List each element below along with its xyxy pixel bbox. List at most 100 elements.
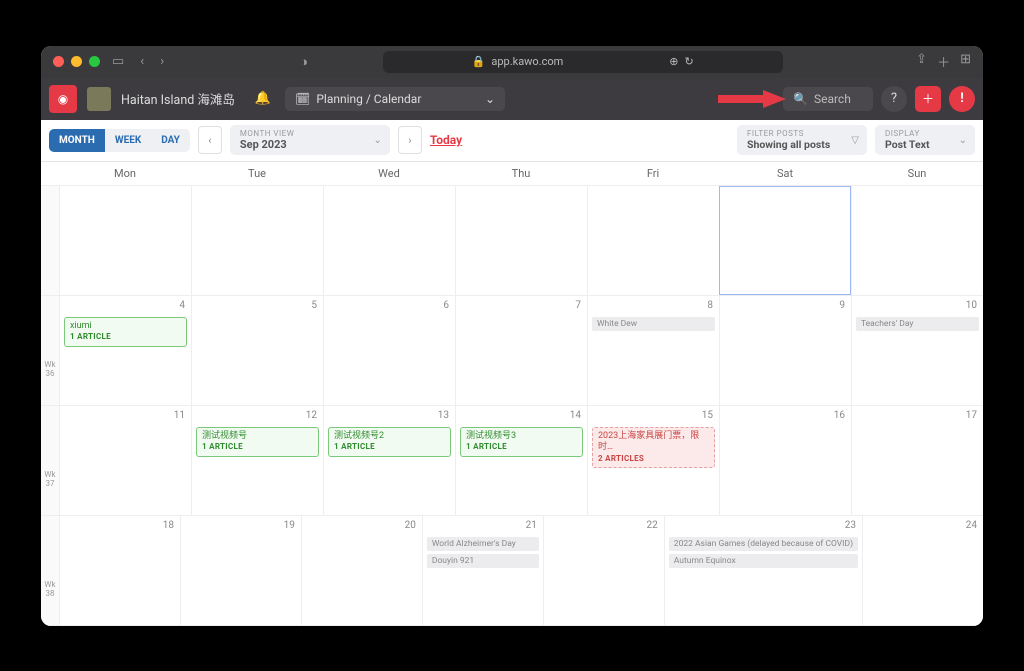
- calendar-icon: 🗓: [295, 92, 310, 106]
- calendar-event[interactable]: 2022 Asian Games (delayed because of COV…: [669, 537, 858, 551]
- workspace-thumbnail[interactable]: [87, 87, 111, 111]
- day-number: 5: [311, 300, 317, 311]
- calendar-cell[interactable]: 8White Dew: [587, 296, 719, 405]
- nav-dropdown[interactable]: 🗓 Planning / Calendar ⌄: [285, 87, 505, 111]
- calendar-cell[interactable]: [323, 186, 455, 295]
- view-month[interactable]: MONTH: [49, 129, 105, 152]
- day-header: Wed: [323, 162, 455, 185]
- calendar-cell[interactable]: 20: [301, 516, 422, 625]
- app-logo-icon[interactable]: ◉: [49, 85, 77, 113]
- day-number: 18: [163, 520, 174, 531]
- calendar-cell[interactable]: 5: [191, 296, 323, 405]
- sidebar-toggle-icon[interactable]: ▭: [108, 54, 128, 69]
- period-label: MONTH VIEW: [240, 129, 380, 138]
- day-number: 15: [702, 410, 713, 421]
- calendar-cell[interactable]: 10 Teachers' Day: [851, 296, 983, 405]
- annotation-arrow: [718, 87, 788, 111]
- close-window-icon[interactable]: [53, 56, 64, 67]
- tabs-icon[interactable]: ⊞: [960, 52, 971, 71]
- calendar-cell[interactable]: 14 测试视频号31 ARTICLE: [455, 406, 587, 515]
- calendar-cell[interactable]: 15 2023上海家具展门票，限时…2 ARTICLES: [587, 406, 719, 515]
- day-number: 24: [966, 520, 977, 531]
- calendar-cell[interactable]: 17: [851, 406, 983, 515]
- calendar-cell[interactable]: 9: [719, 296, 851, 405]
- address-bar[interactable]: 🔒 app.kawo.com ⊕ ↻: [383, 51, 783, 73]
- user-avatar[interactable]: !: [949, 86, 975, 112]
- calendar-cell[interactable]: 24: [862, 516, 983, 625]
- maximize-window-icon[interactable]: [89, 56, 100, 67]
- calendar-cell[interactable]: [851, 186, 983, 295]
- calendar-cell[interactable]: 6: [323, 296, 455, 405]
- minimize-window-icon[interactable]: [71, 56, 82, 67]
- new-tab-icon[interactable]: ＋: [937, 52, 950, 71]
- nav-label: Planning / Calendar: [316, 92, 421, 106]
- calendar-event[interactable]: White Dew: [592, 317, 715, 331]
- calendar-cell[interactable]: 16: [719, 406, 851, 515]
- calendar-cell[interactable]: 21 World Alzheimer's Day Douyin 921: [422, 516, 543, 625]
- shield-icon[interactable]: ◑: [296, 54, 312, 70]
- period-value: Sep 2023: [240, 138, 380, 151]
- calendar-cell[interactable]: [719, 186, 851, 295]
- day-number: 21: [526, 520, 537, 531]
- week-label: Wk36: [41, 296, 59, 405]
- calendar-event[interactable]: 2023上海家具展门票，限时…2 ARTICLES: [592, 427, 715, 469]
- prev-period-button[interactable]: ‹: [198, 126, 222, 154]
- day-number: 12: [306, 410, 317, 421]
- view-day[interactable]: DAY: [151, 129, 190, 152]
- period-selector[interactable]: MONTH VIEW Sep 2023 ⌄: [230, 125, 390, 155]
- filter-icon: ▽: [851, 135, 859, 146]
- calendar-cell[interactable]: 232022 Asian Games (delayed because of C…: [664, 516, 862, 625]
- help-button[interactable]: ?: [881, 86, 907, 112]
- day-header: Sun: [851, 162, 983, 185]
- day-number: 14: [570, 410, 581, 421]
- calendar-cell[interactable]: 7: [455, 296, 587, 405]
- day-header: Fri: [587, 162, 719, 185]
- calendar-cell[interactable]: 22: [543, 516, 664, 625]
- day-header: Thu: [455, 162, 587, 185]
- day-number: 20: [405, 520, 416, 531]
- back-icon[interactable]: ‹: [136, 54, 148, 69]
- today-link[interactable]: Today: [430, 133, 462, 147]
- chevron-down-icon: ⌄: [959, 135, 967, 146]
- calendar-cell[interactable]: 11: [59, 406, 191, 515]
- day-number: 6: [443, 300, 449, 311]
- search-icon: 🔍: [793, 92, 808, 106]
- calendar-event[interactable]: 测试视频号1 ARTICLE: [196, 427, 319, 457]
- day-header: Mon: [59, 162, 191, 185]
- calendar-cell[interactable]: [455, 186, 587, 295]
- chevron-down-icon: ⌄: [485, 92, 495, 106]
- calendar-cell[interactable]: 13测试视频号21 ARTICLE: [323, 406, 455, 515]
- notifications-icon[interactable]: 🔔: [251, 91, 275, 106]
- next-period-button[interactable]: ›: [398, 126, 422, 154]
- calendar-event[interactable]: Teachers' Day: [856, 317, 979, 331]
- calendar-event[interactable]: xiumi1 ARTICLE: [64, 317, 187, 347]
- day-number: 17: [966, 410, 977, 421]
- day-number: 10: [966, 300, 977, 311]
- calendar-cell[interactable]: [587, 186, 719, 295]
- calendar-event[interactable]: Autumn Equinox: [669, 554, 858, 568]
- calendar-cell[interactable]: 12 测试视频号1 ARTICLE: [191, 406, 323, 515]
- forward-icon[interactable]: ›: [156, 54, 168, 69]
- calendar-event[interactable]: World Alzheimer's Day: [427, 537, 539, 551]
- calendar-cell[interactable]: 18: [59, 516, 180, 625]
- filter-posts-dropdown[interactable]: FILTER POSTS Showing all posts ▽: [737, 125, 867, 155]
- workspace-name[interactable]: Haitan Island 海滩岛: [121, 89, 235, 108]
- translate-icon[interactable]: ⊕: [669, 55, 678, 68]
- day-number: 19: [284, 520, 295, 531]
- traffic-lights[interactable]: [53, 56, 100, 67]
- search-input[interactable]: 🔍 Search: [783, 87, 873, 111]
- display-dropdown[interactable]: DISPLAY Post Text ⌄: [875, 125, 975, 155]
- calendar-cell[interactable]: [59, 186, 191, 295]
- reader-icon[interactable]: ↻: [685, 55, 694, 68]
- calendar-cell[interactable]: 4xiumi1 ARTICLE: [59, 296, 191, 405]
- calendar-event[interactable]: 测试视频号31 ARTICLE: [460, 427, 583, 457]
- app-header: ◉ Haitan Island 海滩岛 🔔 🗓 Planning / Calend…: [41, 78, 983, 120]
- share-icon[interactable]: ⇪: [916, 52, 927, 71]
- calendar-cell[interactable]: [191, 186, 323, 295]
- search-placeholder: Search: [814, 92, 851, 106]
- calendar-event[interactable]: 测试视频号21 ARTICLE: [328, 427, 451, 457]
- calendar-event[interactable]: Douyin 921: [427, 554, 539, 568]
- view-week[interactable]: WEEK: [105, 129, 151, 152]
- create-button[interactable]: ＋: [915, 86, 941, 112]
- calendar-cell[interactable]: 19: [180, 516, 301, 625]
